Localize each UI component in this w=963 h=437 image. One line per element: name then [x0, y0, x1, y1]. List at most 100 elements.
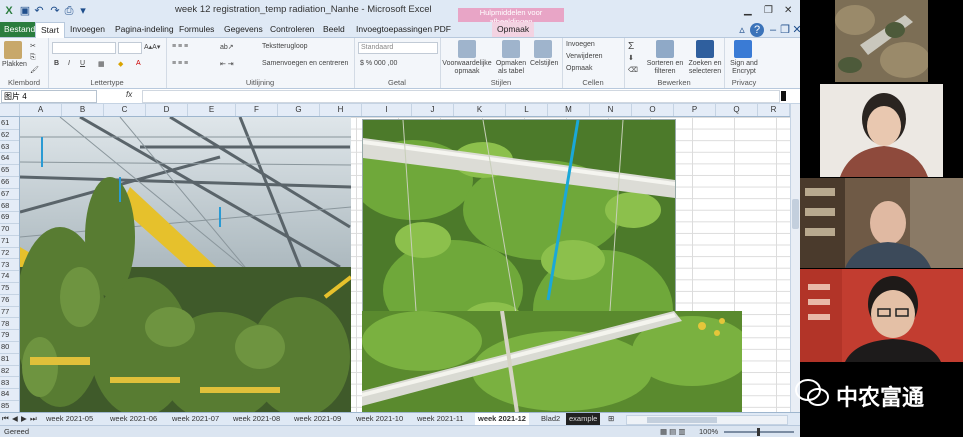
print-preview-icon[interactable]: ⎙	[62, 4, 76, 18]
select-all-corner[interactable]	[0, 104, 20, 116]
fill-icon[interactable]: ⬇	[628, 54, 634, 62]
column-header[interactable]: M	[548, 104, 590, 116]
column-header[interactable]: A	[20, 104, 62, 116]
doc-close-icon[interactable]: ✕	[790, 23, 800, 37]
column-header[interactable]: J	[412, 104, 454, 116]
tab-controleren[interactable]: Controleren	[270, 22, 314, 37]
row-header[interactable]: 84	[0, 388, 19, 401]
copy-icon[interactable]: ⎘	[30, 54, 36, 62]
row-header[interactable]: 62	[0, 129, 19, 142]
minimize-ribbon-icon[interactable]: ▵	[735, 23, 749, 37]
row-header[interactable]: 79	[0, 329, 19, 342]
name-box[interactable]: 图片 4	[1, 90, 97, 103]
row-header[interactable]: 83	[0, 377, 19, 390]
sheet-tab[interactable]: week 2021-05	[46, 413, 93, 425]
customize-qat-icon[interactable]: ▾	[76, 4, 90, 18]
column-header[interactable]: Q	[716, 104, 758, 116]
sign-encrypt-icon[interactable]	[734, 40, 752, 58]
column-header[interactable]: P	[674, 104, 716, 116]
next-sheet-icon[interactable]: ▶	[21, 413, 27, 425]
format-table-button[interactable]: Opmaken als tabel	[494, 60, 528, 76]
column-header[interactable]: I	[362, 104, 412, 116]
row-header[interactable]: 70	[0, 223, 19, 236]
row-header[interactable]: 81	[0, 353, 19, 366]
sheet-tab[interactable]: example	[566, 413, 601, 425]
tab-bestand[interactable]: Bestand	[0, 22, 40, 37]
sheet-tab[interactable]: week 2021-06	[110, 413, 157, 425]
row-header[interactable]: 61	[0, 117, 19, 130]
tab-opmaak[interactable]: Opmaak	[492, 22, 535, 37]
sheet-tab[interactable]: week 2021-07	[172, 413, 219, 425]
sheet-tab[interactable]: week 2021-10	[356, 413, 403, 425]
row-header[interactable]: 74	[0, 270, 19, 283]
vertical-scroll-thumb[interactable]	[792, 199, 799, 229]
orientation-icon[interactable]: ab↗	[220, 43, 234, 51]
column-header[interactable]: O	[632, 104, 674, 116]
row-header[interactable]: 77	[0, 306, 19, 319]
row-header[interactable]: 85	[0, 400, 19, 412]
vertical-scrollbar[interactable]	[790, 104, 800, 412]
save-icon[interactable]: ▣	[18, 4, 32, 18]
italic-icon[interactable]: I	[68, 60, 70, 67]
column-header[interactable]: C	[104, 104, 146, 116]
row-header[interactable]: 80	[0, 341, 19, 354]
indent-icon[interactable]: ⇤ ⇥	[220, 60, 234, 68]
format-painter-icon[interactable]: 🖌	[30, 66, 39, 74]
sheet-tab-active[interactable]: week 2021-12	[475, 413, 529, 425]
sheet-tab[interactable]: week 2021-08	[233, 413, 280, 425]
insert-sheet-icon[interactable]: ⊞	[608, 413, 614, 425]
grow-font-icon[interactable]: A▴A▾	[144, 43, 160, 51]
row-header[interactable]: 68	[0, 200, 19, 213]
cut-icon[interactable]: ✂	[30, 42, 36, 50]
view-buttons-icon[interactable]: ▦ ▤ ▥	[660, 427, 685, 436]
number-format-dropdown[interactable]: Standaard	[358, 42, 438, 54]
sheet-tab[interactable]: week 2021-09	[294, 413, 341, 425]
clear-icon[interactable]: ⌫	[628, 66, 638, 74]
minimize-icon[interactable]: ▁	[744, 5, 752, 16]
delete-cells-button[interactable]: Verwijderen	[566, 53, 603, 60]
align-top-icon[interactable]: ≡ ≡ ≡	[172, 43, 188, 50]
row-header[interactable]: 64	[0, 152, 19, 165]
horizontal-scrollbar[interactable]	[626, 415, 788, 425]
autosum-icon[interactable]: Σ	[628, 41, 634, 52]
tab-formules[interactable]: Formules	[179, 22, 214, 37]
row-header[interactable]: 82	[0, 365, 19, 378]
sign-encrypt-button[interactable]: Sign and Encrypt	[726, 60, 762, 76]
tab-invoegtoepassingen[interactable]: Invoegtoepassingen	[356, 22, 432, 37]
row-header[interactable]: 65	[0, 164, 19, 177]
tab-pdf[interactable]: PDF	[434, 22, 451, 37]
conditional-format-button[interactable]: Voorwaardelijke opmaak	[442, 60, 492, 76]
column-header[interactable]: F	[236, 104, 278, 116]
help-icon[interactable]: ?	[750, 23, 764, 37]
row-header[interactable]: 75	[0, 282, 19, 295]
wrap-text-button[interactable]: Tekstterugloop	[262, 43, 308, 50]
row-header[interactable]: 71	[0, 235, 19, 248]
conditional-format-icon[interactable]	[458, 40, 476, 58]
insert-cells-button[interactable]: Invoegen	[566, 41, 595, 48]
sheet-tab[interactable]: Blad2	[541, 413, 560, 425]
find-select-icon[interactable]	[696, 40, 714, 58]
first-sheet-icon[interactable]: ⏮	[2, 413, 9, 425]
redo-icon[interactable]: ↷	[48, 4, 62, 18]
sheet-tab[interactable]: week 2021-11	[417, 413, 464, 425]
paste-label[interactable]: Plakken	[2, 61, 27, 68]
underline-icon[interactable]: U	[80, 60, 85, 67]
percent-icon[interactable]: $ % 000 ,00	[360, 60, 397, 67]
zoom-slider[interactable]	[724, 428, 794, 436]
align-left-icon[interactable]: ≡ ≡ ≡	[172, 60, 188, 67]
column-header[interactable]: H	[320, 104, 362, 116]
column-header[interactable]: K	[454, 104, 506, 116]
greenhouse-photo[interactable]	[20, 117, 351, 412]
column-header[interactable]: N	[590, 104, 632, 116]
row-header[interactable]: 66	[0, 176, 19, 189]
column-header[interactable]: R	[758, 104, 790, 116]
cell-styles-button[interactable]: Celstijlen	[530, 60, 558, 67]
merge-center-button[interactable]: Samenvoegen en centreren	[262, 60, 348, 67]
border-icon[interactable]: ▦	[98, 60, 105, 68]
bold-icon[interactable]: B	[54, 60, 59, 67]
pipe-photo[interactable]	[362, 311, 742, 412]
horizontal-scroll-thumb[interactable]	[647, 417, 717, 423]
format-cells-button[interactable]: Opmaak	[566, 65, 592, 72]
tab-beeld[interactable]: Beeld	[323, 22, 345, 37]
sort-filter-button[interactable]: Sorteren en filteren	[644, 60, 686, 76]
